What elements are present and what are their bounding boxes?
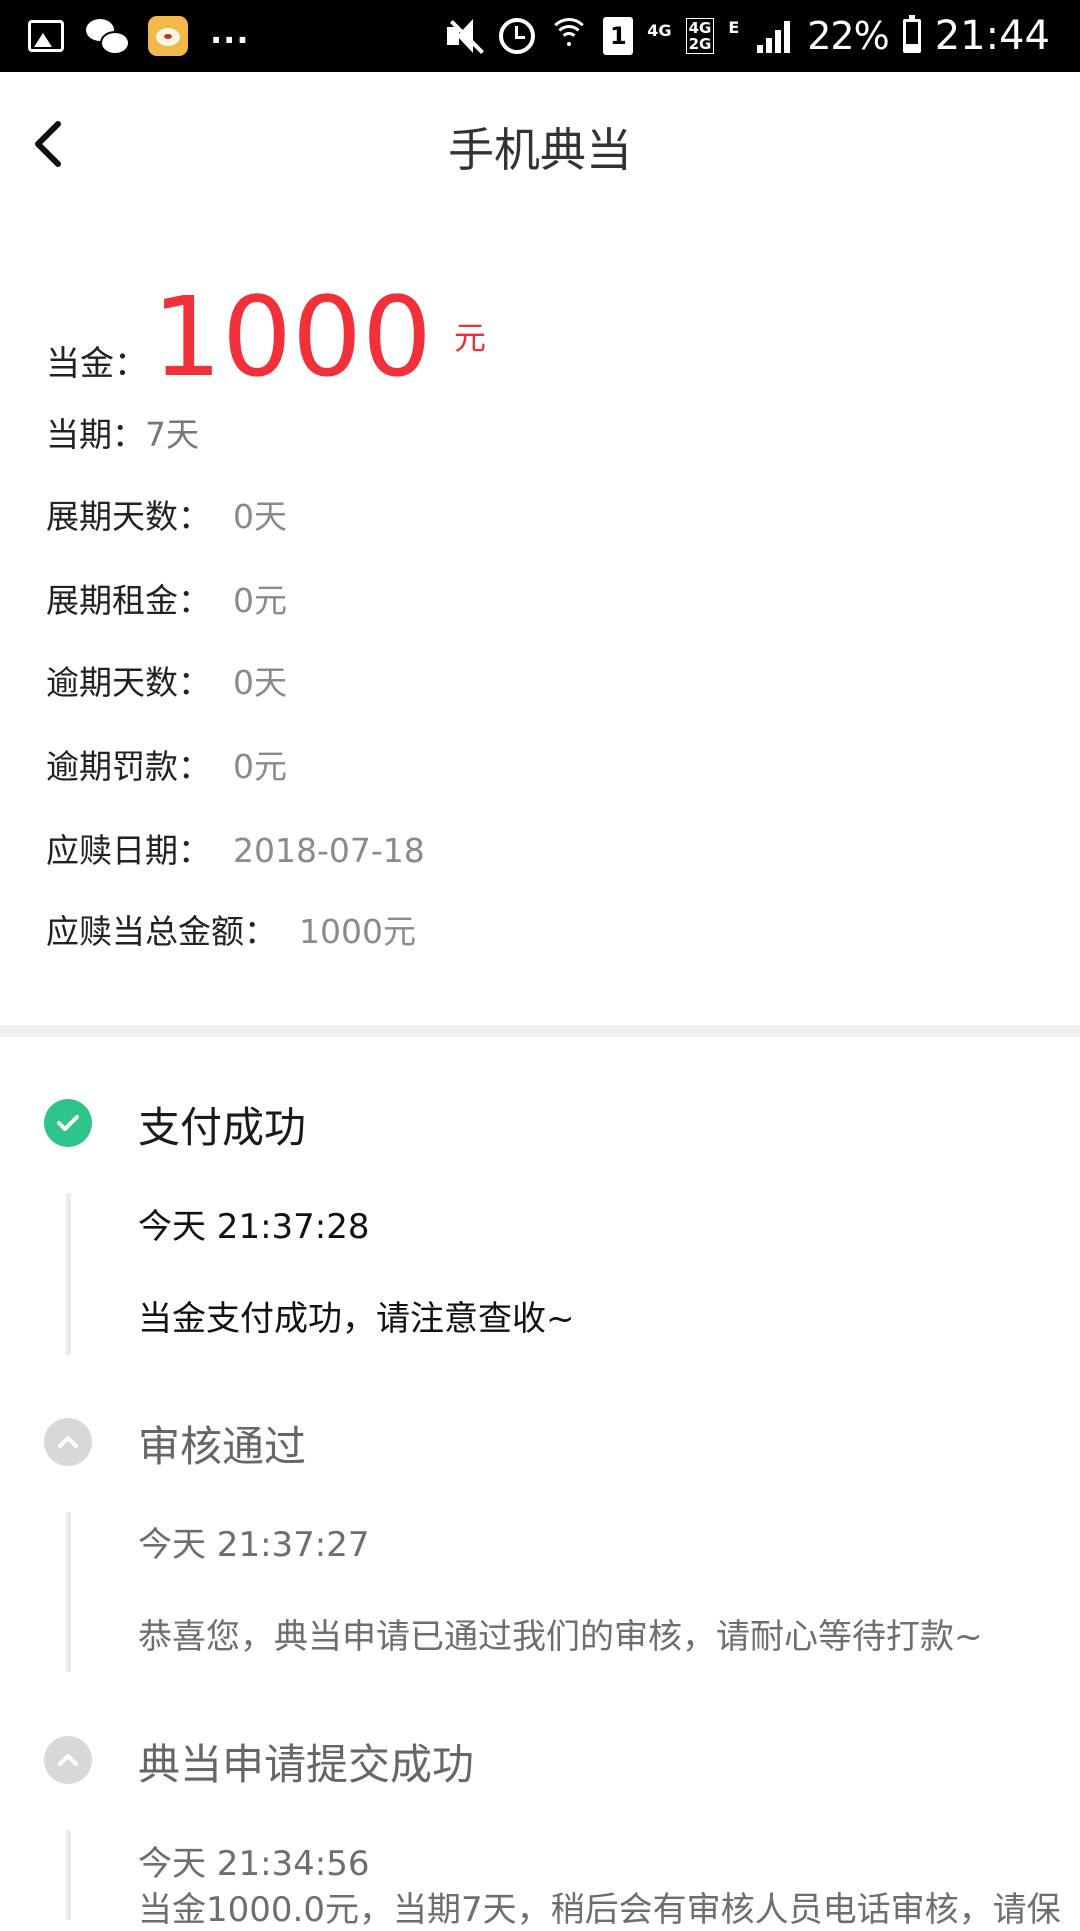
status-bar: ... 1 4G 4G 2G E 22% 21:44 [0,0,1080,72]
step-time: 今天 21:37:27 [138,1525,370,1565]
detail-value: 0元 [233,581,287,620]
detail-value: 0天 [233,663,287,702]
network-combo-badge: 4G 2G [685,18,715,54]
amount-label: 当金： [46,344,148,384]
detail-row-redeem-date: 应赎日期： 2018-07-18 [46,824,425,872]
more-notifications-text: ... [210,13,250,51]
network-combo-bottom: 2G [688,35,712,53]
clock-time: 21:44 [934,13,1050,59]
term-label: 当期： [46,415,145,454]
amount-value: 1000 [152,273,432,401]
status-bar-left: ... [28,13,250,56]
chevron-up-circle-icon [44,1418,92,1466]
nav-bar: 手机典当 [0,72,1080,220]
detail-label: 应赎当总金额： [46,912,277,951]
step-title-paid: 支付成功 [138,1103,307,1152]
step-description: 恭喜您，典当申请已通过我们的审核，请耐心等待打款~ [138,1617,983,1657]
detail-label: 逾期罚款： [46,747,211,786]
detail-row-extension-days: 展期天数： 0天 [46,490,287,538]
detail-row-redeem-total: 应赎当总金额： 1000元 [46,905,416,953]
pawn-amount-row: 当金： 1000 元 [46,282,486,402]
alarm-icon [499,18,536,54]
edge-network-label: E [728,17,740,37]
battery-percent: 22% [807,14,889,58]
sim-slot-badge: 1 [603,17,634,55]
wifi-icon [548,18,591,54]
detail-label: 展期租金： [46,581,211,620]
detail-value: 1000元 [299,912,416,951]
detail-row-overdue-days: 逾期天数： 0天 [46,656,287,704]
timeline-line [66,1193,71,1355]
signal-strength-icon [753,19,793,53]
detail-label: 应赎日期： [46,831,211,870]
step-title-submitted: 典当申请提交成功 [138,1740,475,1789]
term-row: 当期：7天 [46,408,199,456]
step-title-approved: 审核通过 [138,1422,307,1471]
mute-vibrate-icon [445,17,485,55]
step-time: 今天 21:37:28 [138,1207,370,1247]
network-type-label: 4G [647,20,672,40]
wechat-icon [86,19,130,55]
step-description: 当金支付成功，请注意查收~ [138,1299,575,1339]
status-bar-right: 1 4G 4G 2G E 22% 21:44 [431,10,1050,62]
check-circle-icon [44,1099,92,1147]
gallery-icon [28,20,64,52]
detail-value: 2018-07-18 [233,831,425,870]
detail-label: 展期天数： [46,497,211,536]
page-title: 手机典当 [448,123,632,177]
step-description: 当金1000.0元，当期7天，稍后会有审核人员电话审核，请保 [138,1890,1061,1930]
battery-icon [902,15,921,53]
term-value: 7天 [145,415,199,454]
step-time: 今天 21:34:56 [138,1844,370,1884]
section-divider [0,1025,1080,1037]
detail-row-extension-rent: 展期租金： 0元 [46,574,287,622]
detail-value: 0天 [233,497,287,536]
detail-row-overdue-penalty: 逾期罚款： 0元 [46,740,287,788]
timeline-line [66,1512,71,1672]
timeline-line [66,1830,71,1920]
amount-unit: 元 [453,319,486,357]
chevron-up-circle-icon [44,1736,92,1784]
detail-value: 0元 [233,747,287,786]
app-tiger-icon [148,16,188,56]
detail-label: 逾期天数： [46,663,211,702]
